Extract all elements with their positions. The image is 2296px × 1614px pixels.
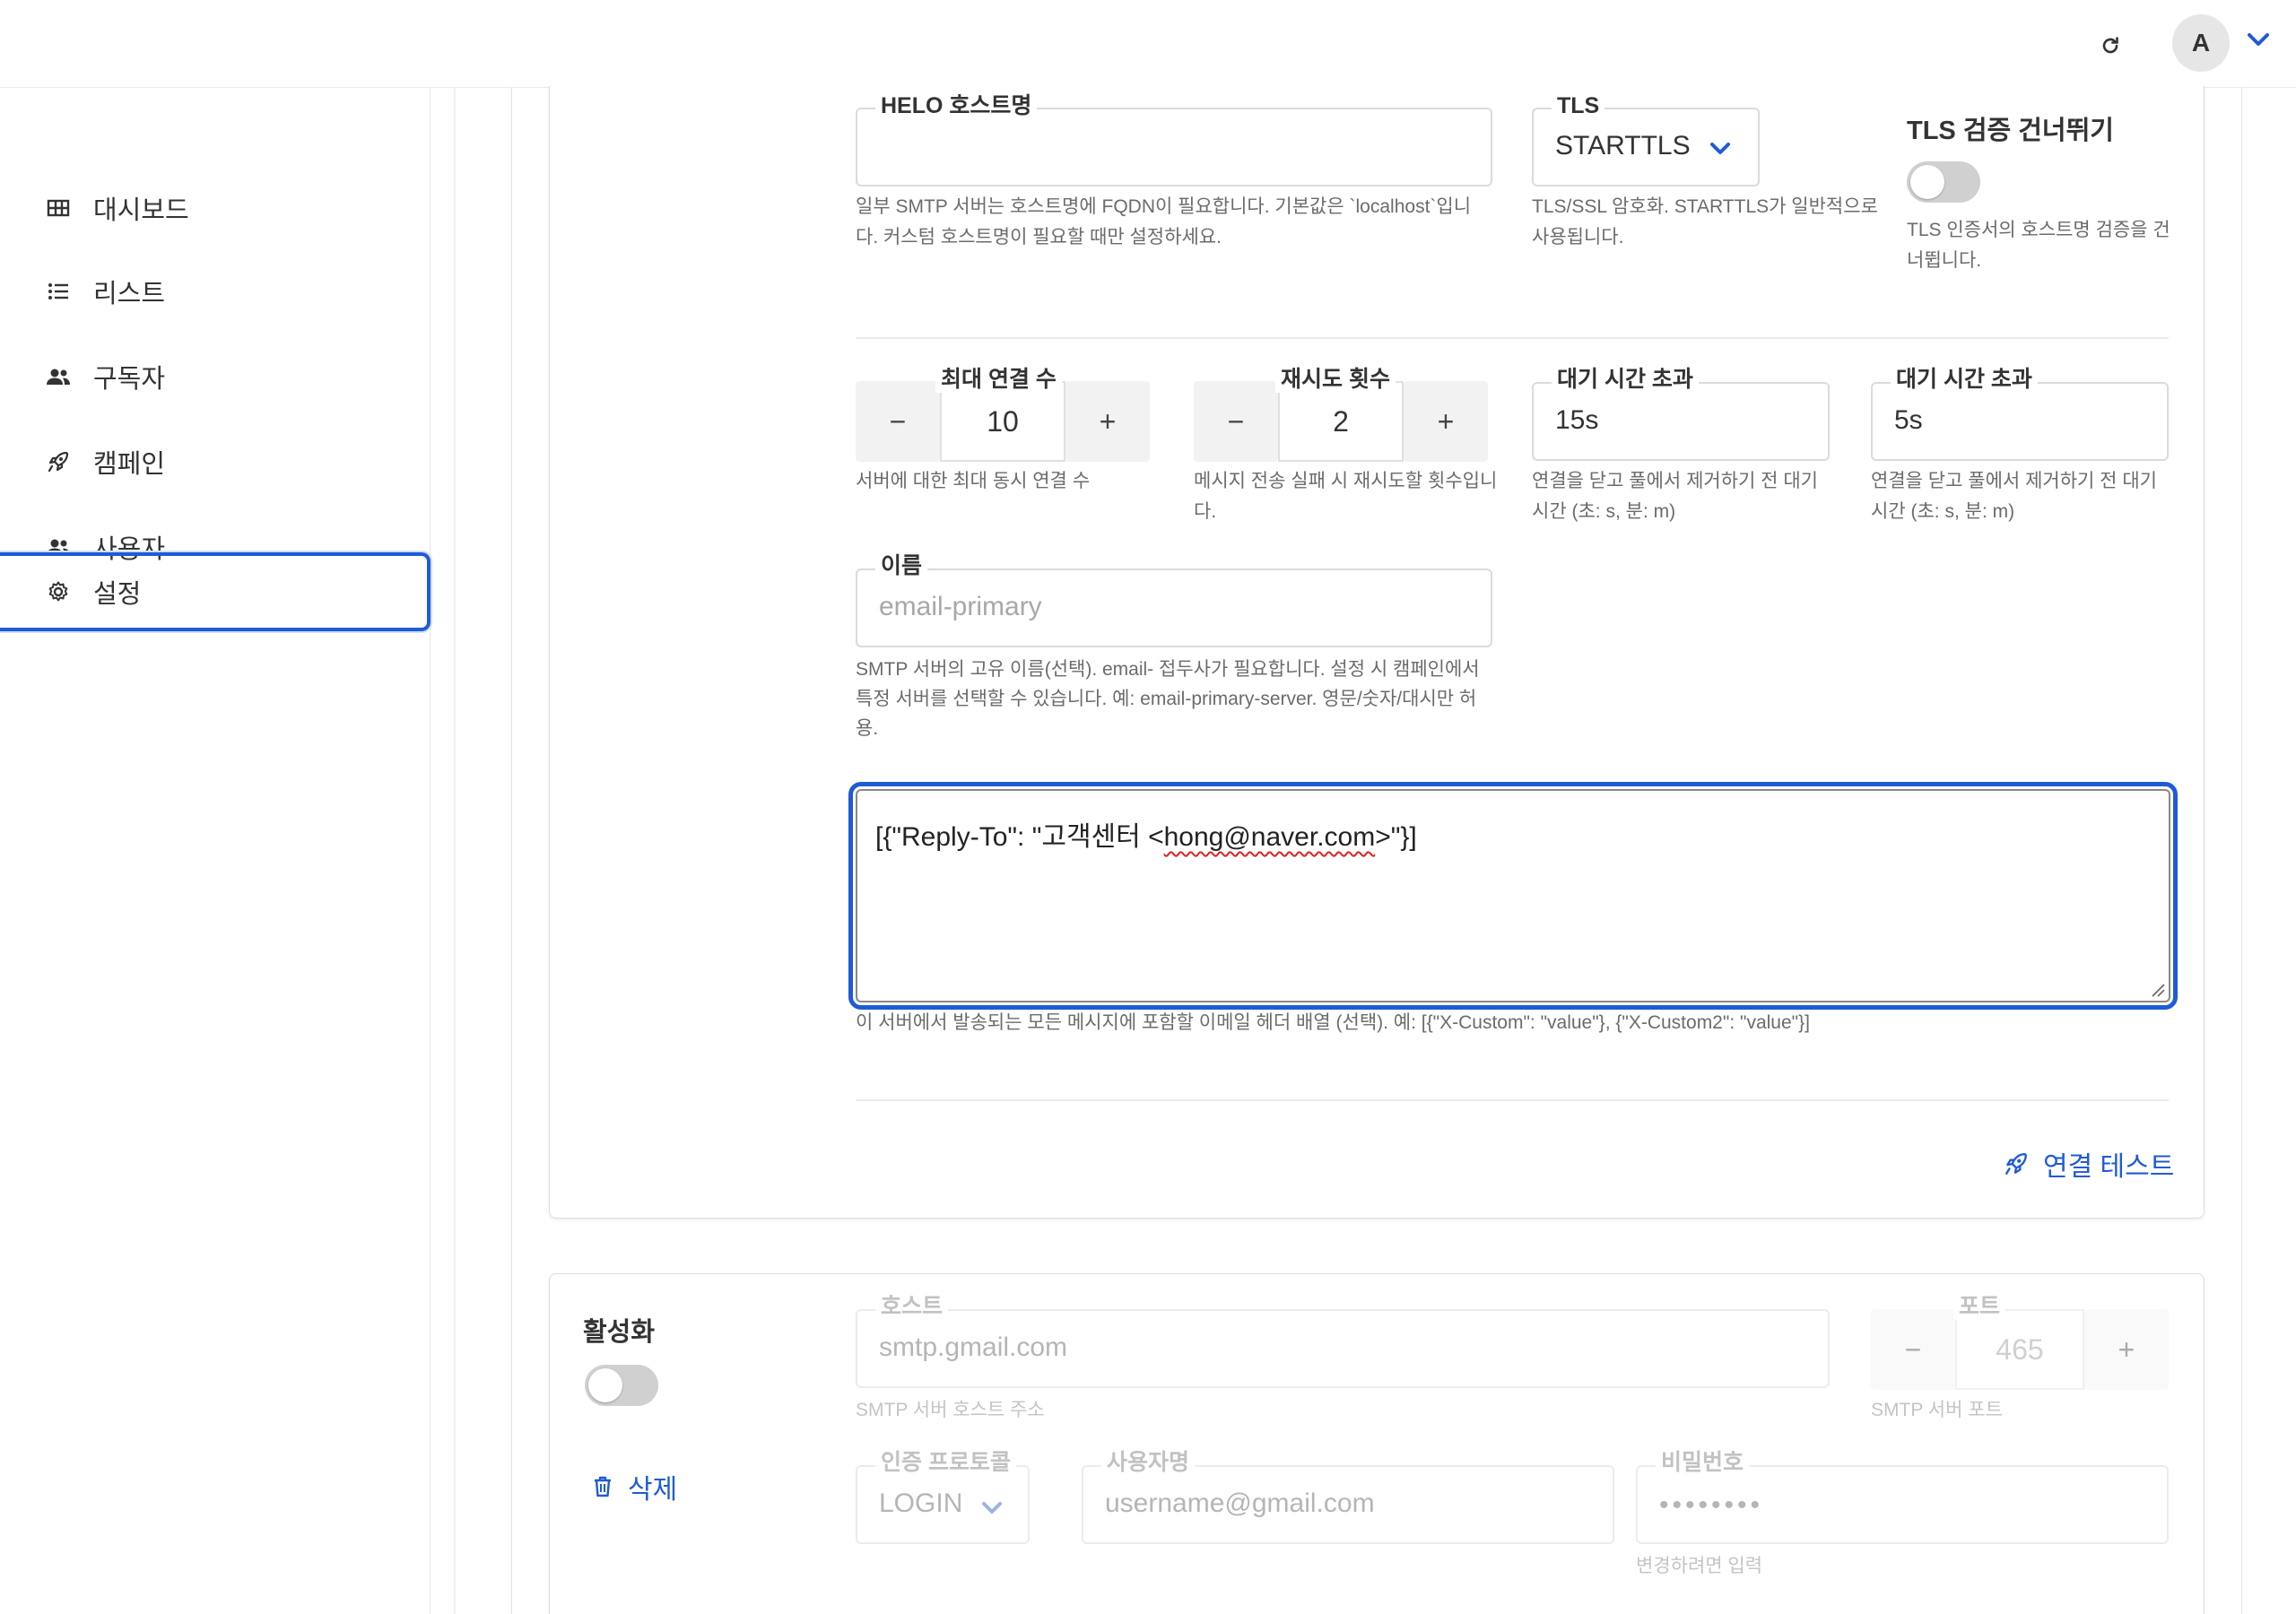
tls-skip-toggle[interactable] [1907,161,1980,203]
username-input[interactable]: username@gmail.com [1082,1465,1614,1544]
account-menu-button[interactable] [2239,23,2278,56]
tls-help: TLS/SSL 암호화. STARTTLS가 일반적으로 사용됩니다. [1532,196,1878,247]
helo-hostname-label: HELO 호스트명 [875,92,1038,119]
chevron-down-icon [2248,33,2269,46]
idle-timeout-help: 연결을 닫고 풀에서 제거하기 전 대기 시간 (초: s, 분: m) [1532,471,1818,522]
refresh-icon [2102,37,2118,54]
max-connections-help: 서버에 대한 최대 동시 연결 수 [856,471,1091,491]
sidebar-item-label: 리스트 [93,280,166,308]
gear-icon [45,578,72,605]
tls-label: TLS [1552,92,1605,119]
email-headers-value: [{"Reply-To": "고객센터 <hong@naver.com>"}] [875,814,1417,854]
increment-button[interactable]: + [1065,381,1150,462]
username-label: 사용자명 [1101,1449,1196,1476]
resize-handle-icon[interactable] [2149,981,2165,997]
sidebar-item-campaigns[interactable]: 캠페인 [0,422,430,501]
username-placeholder: username@gmail.com [1105,1488,1375,1518]
trash-icon [592,1475,613,1498]
dashboard-icon [45,195,72,221]
wait-timeout-value: 5s [1894,405,1923,435]
tls-select[interactable]: STARTTLS [1532,108,1760,187]
helo-hostname-help: 일부 SMTP 서버는 호스트명에 FQDN이 필요합니다. 기본값은 `loc… [856,196,1472,247]
headers-text-suffix: >"}] [1375,822,1417,852]
port-help: SMTP 서버 포트 [1871,1400,2003,1420]
section-divider [856,1099,2169,1101]
port-label: 포트 [1953,1293,2006,1320]
test-connection-button[interactable]: 연결 테스트 [2004,1144,2174,1184]
delete-label: 삭제 [628,1475,678,1505]
sidebar-item-label: 캠페인 [93,450,166,479]
max-connections-label: 최대 연결 수 [935,366,1062,393]
toggle-knob [1910,165,1944,199]
server-name-label: 이름 [875,552,928,579]
auth-protocol-label: 인증 프로토콜 [875,1449,1016,1476]
rocket-icon [2004,1151,2029,1176]
password-value: •••••••• [1659,1490,1764,1520]
sidebar-item-settings[interactable]: 설정 [0,552,430,631]
server-name-help: SMTP 서버의 고유 이름(선택). email- 접두사가 필요합니다. 설… [856,659,1480,739]
server-name-placeholder: email-primary [879,592,1042,621]
port-value[interactable]: 465 [1955,1309,2084,1390]
host-label: 호스트 [875,1293,949,1320]
email-headers-help: 이 서버에서 발송되는 모든 메시지에 포함할 이메일 헤더 배열 (선택). … [856,1012,1810,1033]
wait-timeout-help: 연결을 닫고 풀에서 제거하기 전 대기 시간 (초: s, 분: m) [1871,471,2157,522]
toggle-knob [588,1368,622,1402]
top-bar [0,0,2296,88]
sidebar-item-dashboard[interactable]: 대시보드 [0,169,430,247]
auth-protocol-value: LOGIN [879,1488,963,1518]
password-input[interactable]: •••••••• [1636,1465,2169,1544]
port-stepper[interactable]: − 465 + [1871,1309,2169,1390]
increment-button[interactable]: + [2084,1309,2169,1390]
retries-help: 메시지 전송 실패 시 재시도할 횟수입니다. [1194,471,1498,522]
enabled-label: 활성화 [583,1318,656,1347]
textarea-field[interactable]: [{"Reply-To": "고객센터 <hong@naver.com>"}] [856,789,2170,1002]
max-connections-value[interactable]: 10 [940,381,1065,462]
section-divider [856,337,2169,339]
chevron-down-icon [1710,143,1730,154]
password-label: 비밀번호 [1656,1449,1750,1476]
headers-text-prefix: [{"Reply-To": "고객센터 < [875,822,1164,852]
max-connections-stepper[interactable]: − 10 + [856,381,1150,462]
server-name-input[interactable]: email-primary [856,568,1492,647]
list-icon [45,278,72,305]
rocket-icon [45,448,72,475]
gutter [454,88,456,1614]
idle-timeout-label: 대기 시간 초과 [1552,366,1699,393]
sidebar-item-label: 설정 [93,580,142,609]
chevron-down-icon [982,1502,1002,1514]
refresh-button[interactable] [2090,25,2131,66]
retries-stepper[interactable]: − 2 + [1194,381,1488,462]
host-placeholder: smtp.gmail.com [879,1332,1068,1362]
wait-timeout-input[interactable]: 5s [1871,382,2169,461]
decrement-button[interactable]: − [856,381,940,462]
helo-hostname-input[interactable] [856,108,1492,187]
sidebar-item-label: 구독자 [93,365,166,394]
wait-timeout-label: 대기 시간 초과 [1891,366,2038,393]
sidebar-item-lists[interactable]: 리스트 [0,252,430,331]
idle-timeout-input[interactable]: 15s [1532,382,1830,461]
avatar[interactable]: A [2172,14,2230,72]
decrement-button[interactable]: − [1194,381,1278,462]
host-help: SMTP 서버 호스트 주소 [856,1400,1045,1420]
tls-skip-help: TLS 인증서의 호스트명 검증을 건너뜁니다. [1907,220,2170,271]
retries-value[interactable]: 2 [1278,381,1404,462]
sidebar: 대시보드 리스트 구독자 캠페인 사용자 설정 [0,88,430,1614]
delete-button[interactable]: 삭제 [592,1467,677,1506]
users-icon [45,363,72,390]
email-headers-textarea[interactable]: [{"Reply-To": "고객센터 <hong@naver.com>"}] [848,782,2178,1010]
host-input[interactable]: smtp.gmail.com [856,1309,1830,1388]
increment-button[interactable]: + [1404,381,1488,462]
test-connection-label: 연결 테스트 [2043,1152,2175,1182]
sidebar-item-label: 대시보드 [93,196,189,225]
enabled-toggle[interactable] [585,1365,658,1406]
idle-timeout-value: 15s [1555,405,1599,435]
sidebar-item-subscribers[interactable]: 구독자 [0,337,430,416]
password-help: 변경하려면 입력 [1636,1556,1763,1576]
tls-skip-label: TLS 검증 건너뛰기 [1907,117,2114,145]
decrement-button[interactable]: − [1871,1309,1955,1390]
retries-label: 재시도 횟수 [1275,366,1396,393]
auth-protocol-select[interactable]: LOGIN [856,1465,1030,1544]
headers-text-email: hong@naver.com [1163,822,1376,852]
tls-select-value: STARTTLS [1555,131,1691,161]
